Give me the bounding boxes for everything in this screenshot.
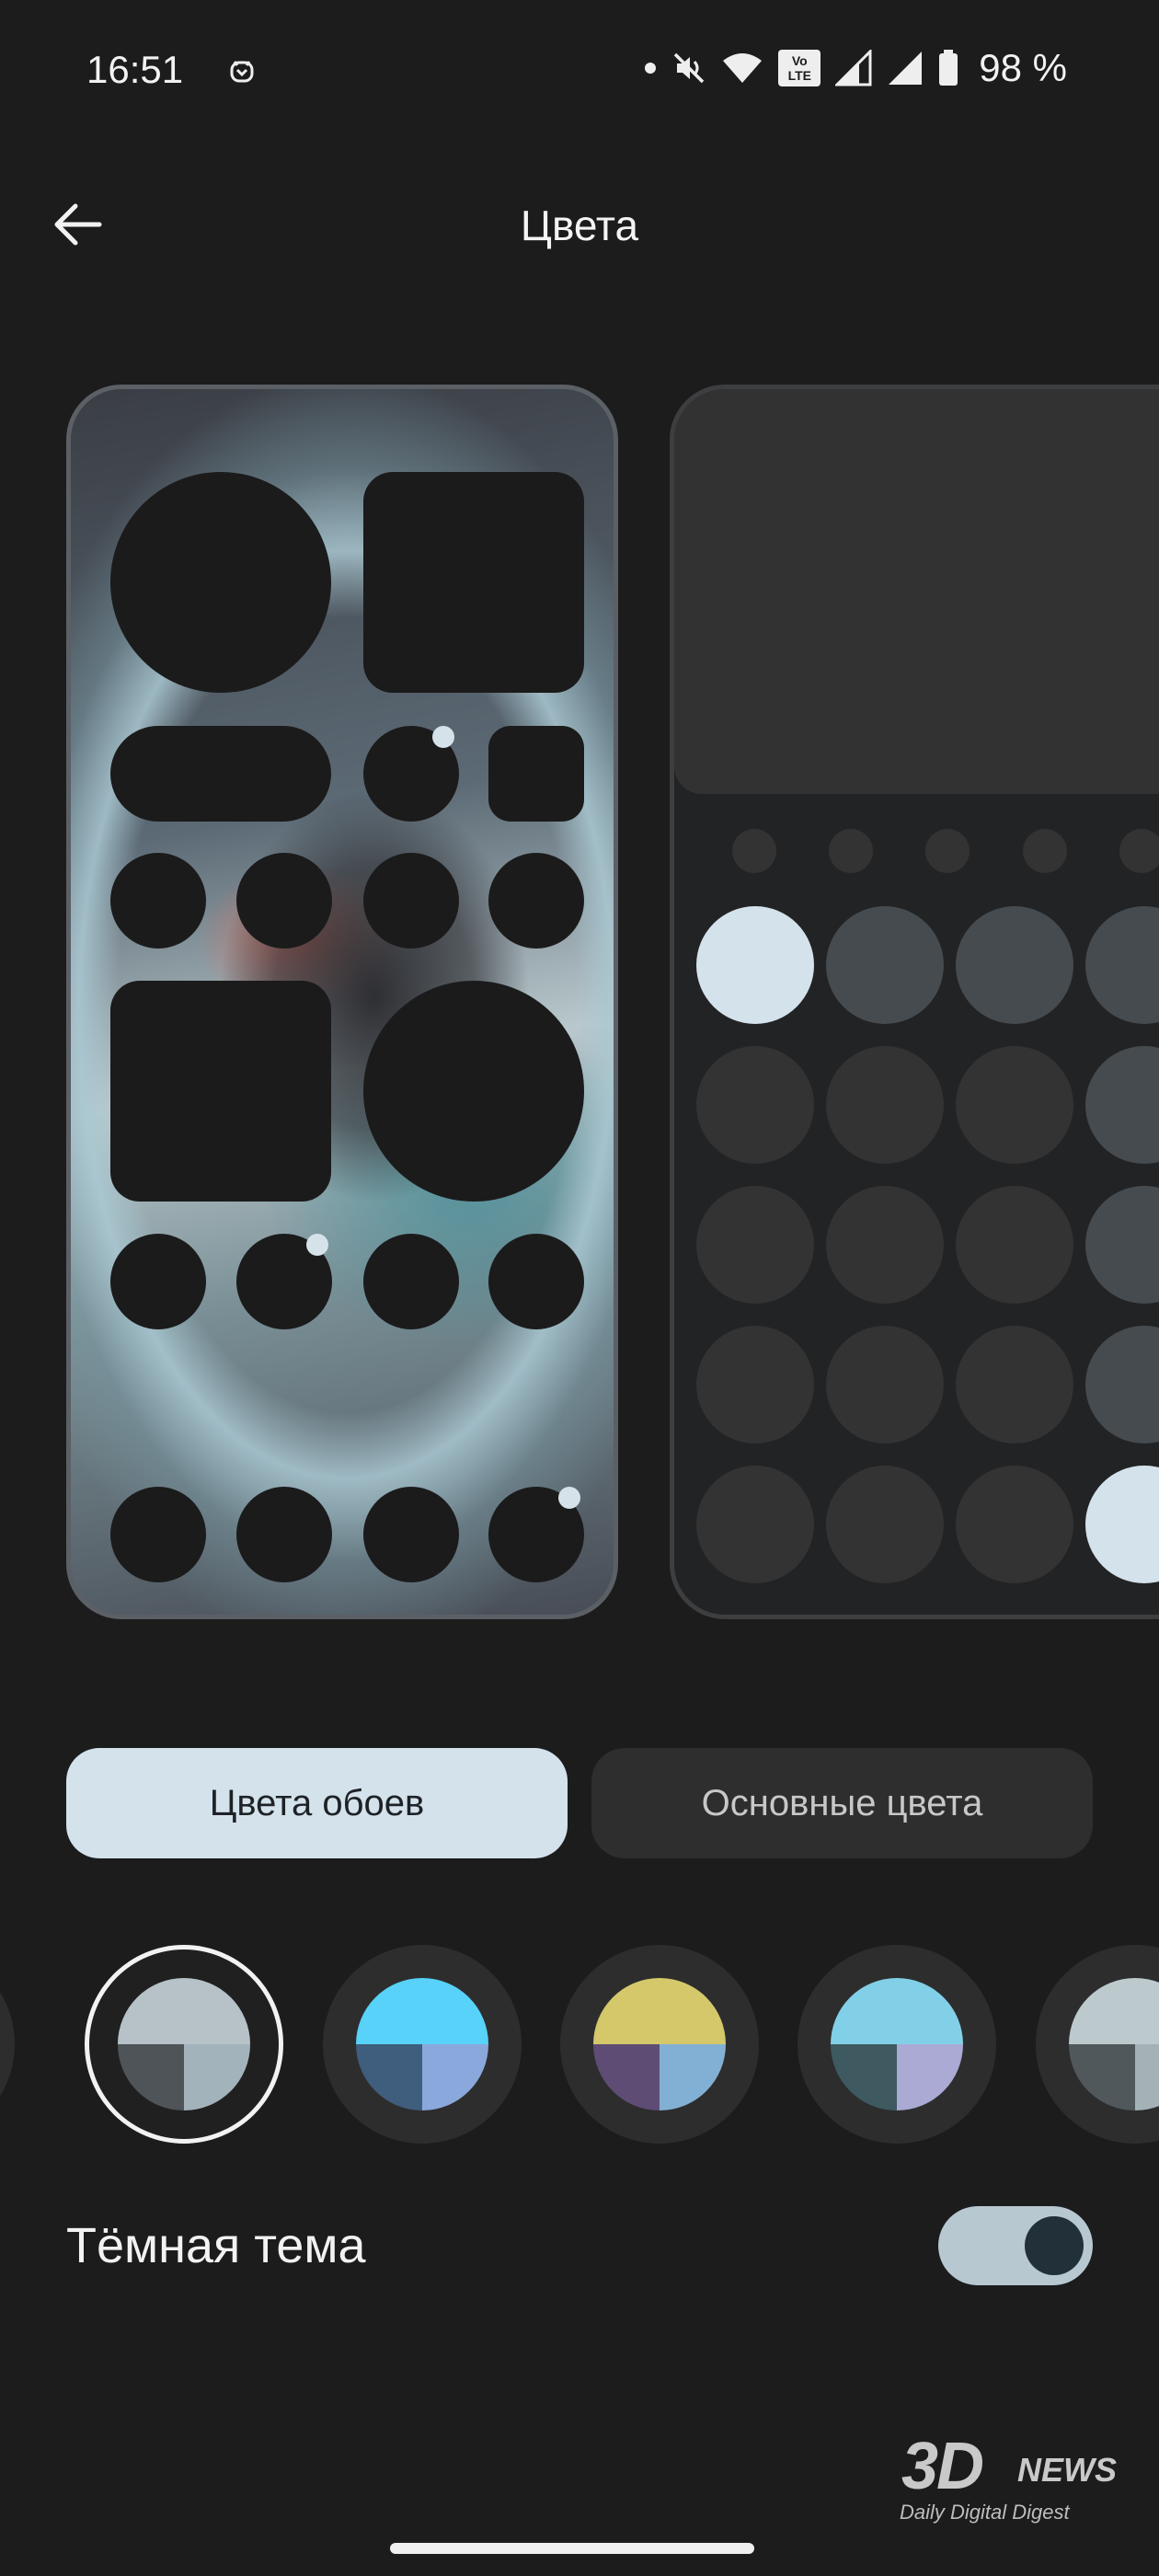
preview-key [1085, 1186, 1159, 1304]
preview-key [696, 1186, 814, 1304]
xiaomi-mi-icon [228, 57, 256, 85]
dock-icon-placeholder [236, 1487, 332, 1582]
color-swatch[interactable] [560, 1945, 759, 2144]
widget-placeholder [110, 472, 331, 693]
color-swatch[interactable] [798, 1945, 996, 2144]
preview-key [696, 1466, 814, 1583]
color-swatch[interactable] [1036, 1945, 1159, 2144]
color-swatch[interactable] [323, 1945, 522, 2144]
notification-dot [306, 1234, 328, 1256]
wifi-icon [721, 52, 763, 85]
preview-key [826, 906, 944, 1024]
notification-dot [558, 1487, 580, 1509]
preview-small-key [1119, 829, 1159, 873]
tab-basic-colors[interactable]: Основные цвета [591, 1748, 1093, 1858]
preview-small-key [925, 829, 970, 873]
preview-small-key [1023, 829, 1067, 873]
notification-dot-icon [644, 62, 657, 75]
page-title: Цвета [520, 201, 639, 249]
preview-key [1085, 1326, 1159, 1443]
preview-small-key [732, 829, 776, 873]
watermark-brand: 3D [901, 2430, 984, 2503]
preview-key [826, 1046, 944, 1164]
color-swatch[interactable] [0, 1945, 15, 2144]
signal-sim2-icon [835, 50, 872, 86]
preview-key [1085, 906, 1159, 1024]
preview-key [956, 1046, 1073, 1164]
app-icon-placeholder [488, 726, 584, 822]
status-time: 16:51 [86, 48, 184, 91]
signal-sim1-icon [887, 50, 924, 86]
preview-key [956, 906, 1073, 1024]
preview-key [826, 1326, 944, 1443]
preview-key [696, 1046, 814, 1164]
tab-wallpaper-colors[interactable]: Цвета обоев [66, 1748, 568, 1858]
app-icon-placeholder [488, 853, 584, 949]
preview-key [956, 1326, 1073, 1443]
preview-key [956, 1186, 1073, 1304]
3dnews-watermark-logo: 3D NEWS Daily Digital Digest [892, 2429, 1117, 2530]
preview-key [826, 1186, 944, 1304]
mute-icon [671, 51, 706, 86]
preview-key [1085, 1046, 1159, 1164]
color-swatch-row [0, 1932, 1159, 2162]
app-icon-placeholder [363, 1234, 459, 1329]
dock-icon-placeholder [363, 1487, 459, 1582]
preview-key-accent [696, 906, 814, 1024]
color-swatch-selected[interactable] [85, 1945, 283, 2144]
widget-placeholder [110, 981, 331, 1202]
app-icon-placeholder [110, 1234, 206, 1329]
preview-key [956, 1466, 1073, 1583]
app-icon-placeholder [488, 1234, 584, 1329]
toggle-knob [1025, 2216, 1084, 2275]
volte-label: Vo LTE [787, 53, 811, 83]
home-screen-preview[interactable] [66, 385, 618, 1619]
widget-placeholder [110, 726, 331, 822]
dark-theme-label: Тёмная тема [66, 2218, 366, 2273]
dock-icon-placeholder [110, 1487, 206, 1582]
battery-icon [938, 50, 958, 86]
watermark-tagline: Daily Digital Digest [900, 2501, 1070, 2524]
app-preview[interactable] [670, 385, 1159, 1619]
notification-dot [432, 726, 454, 748]
app-icon-placeholder [363, 853, 459, 949]
widget-placeholder [363, 472, 584, 693]
dark-theme-toggle[interactable] [938, 2206, 1093, 2285]
watermark-brand-suffix: NEWS [1017, 2451, 1117, 2489]
preview-display-area [674, 389, 1159, 794]
preview-key [826, 1466, 944, 1583]
app-icon-placeholder [236, 853, 332, 949]
home-gesture-bar[interactable] [390, 2543, 754, 2554]
battery-percent: 98 % [979, 46, 1067, 89]
preview-small-key [829, 829, 873, 873]
app-icon-placeholder [110, 853, 206, 949]
volte-icon: Vo LTE [778, 50, 821, 86]
status-icons: Vo LTE 98 % [644, 46, 1067, 90]
widget-placeholder [363, 981, 584, 1202]
preview-key [696, 1326, 814, 1443]
preview-key-accent [1085, 1466, 1159, 1583]
